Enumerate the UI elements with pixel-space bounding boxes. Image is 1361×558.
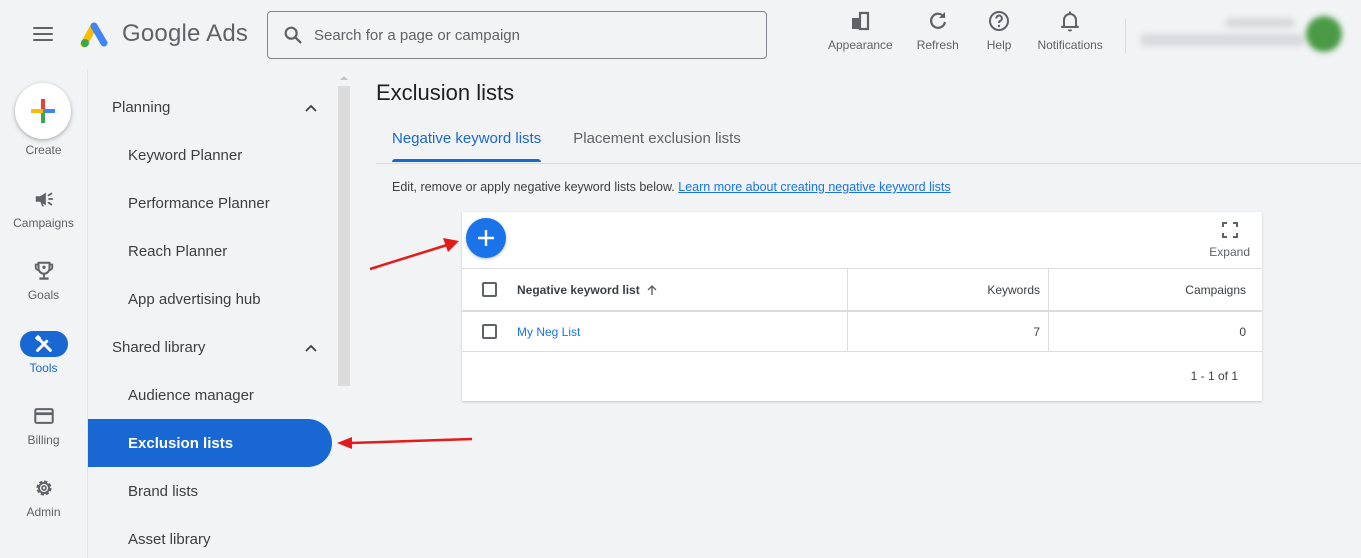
plus-icon (478, 230, 494, 246)
expand-button[interactable]: Expand (1209, 222, 1250, 259)
expand-label: Expand (1209, 245, 1250, 259)
rail-item-campaigns[interactable]: Campaigns (0, 186, 87, 230)
rail-item-tools[interactable]: Tools (0, 331, 87, 375)
rail-item-admin[interactable]: Admin (0, 475, 87, 519)
cell-keywords: 7 (848, 312, 1049, 351)
pagination-text: 1 - 1 of 1 (1190, 368, 1238, 383)
left-rail: Create Campaigns Goals Tools Billing Adm… (0, 70, 87, 558)
search-icon (284, 26, 302, 44)
page-title: Exclusion lists (376, 80, 515, 105)
cell-name: My Neg List (462, 312, 848, 351)
nav-scrollbar[interactable] (338, 86, 350, 386)
rail-label-billing: Billing (27, 433, 60, 447)
create-button[interactable] (15, 83, 71, 139)
annotation-arrow-exclusion-lists (337, 437, 473, 449)
tools-icon (34, 334, 52, 352)
refresh-icon (929, 12, 946, 29)
search-box[interactable] (267, 11, 767, 59)
rail-label-tools: Tools (29, 361, 58, 375)
negative-keyword-lists-table-card: Expand Negative keyword list Keywords Ca… (462, 212, 1262, 401)
rail-label-admin: Admin (26, 505, 61, 519)
column-header-campaigns[interactable]: Campaigns (1049, 269, 1262, 310)
column-header-keywords[interactable]: Keywords (848, 269, 1049, 310)
nav-item-app-advertising-hub[interactable]: App advertising hub (88, 275, 332, 323)
nav-item-performance-planner[interactable]: Performance Planner (88, 179, 332, 227)
select-all-checkbox[interactable] (482, 282, 497, 297)
pagination: 1 - 1 of 1 (462, 351, 1262, 399)
nav-section-shared-library-label: Shared library (112, 339, 206, 356)
rail-item-goals[interactable]: Goals (0, 258, 87, 302)
appearance-button[interactable]: Appearance (822, 9, 899, 52)
search-input[interactable] (314, 26, 734, 44)
nav-item-keyword-planner[interactable]: Keyword Planner (88, 131, 332, 179)
chevron-up-icon (305, 104, 317, 112)
nav-item-reach-planner[interactable]: Reach Planner (88, 227, 332, 275)
tab-negative-keyword-lists[interactable]: Negative keyword lists (376, 118, 557, 162)
appearance-icon (852, 11, 870, 31)
nav-section-shared-library[interactable]: Shared library (112, 339, 318, 356)
nav-item-brand-lists[interactable]: Brand lists (88, 467, 332, 515)
help-button[interactable]: Help (981, 9, 1018, 52)
nav-item-asset-library[interactable]: Asset library (88, 515, 332, 558)
credit-card-icon (33, 408, 54, 424)
scroll-up-arrow-icon[interactable] (340, 76, 348, 80)
nav-item-audience-manager[interactable]: Audience manager (88, 371, 332, 419)
account-info-blurred[interactable] (1135, 16, 1305, 52)
bell-icon (1061, 11, 1080, 32)
avatar[interactable] (1306, 16, 1342, 52)
appearance-label: Appearance (828, 38, 893, 52)
refresh-button[interactable]: Refresh (911, 9, 965, 52)
rail-item-billing[interactable]: Billing (0, 403, 87, 447)
cell-campaigns: 0 (1239, 324, 1246, 339)
row-checkbox[interactable] (482, 324, 497, 339)
help-icon (989, 11, 1010, 31)
table-header-row: Negative keyword list Keywords Campaigns (462, 268, 1262, 310)
rail-label-goals: Goals (27, 288, 60, 302)
create-label: Create (25, 143, 62, 157)
google-ads-logo-icon (80, 22, 108, 48)
tab-placement-exclusion-lists[interactable]: Placement exclusion lists (557, 118, 757, 162)
column-header-name[interactable]: Negative keyword list (462, 269, 848, 310)
hamburger-menu-icon[interactable] (33, 27, 53, 43)
column-header-name-label: Negative keyword list (517, 282, 640, 297)
nav-section-planning-label: Planning (112, 99, 171, 116)
nav-item-exclusion-lists[interactable]: Exclusion lists (88, 419, 332, 467)
nav-section-planning[interactable]: Planning (112, 99, 318, 116)
learn-more-link[interactable]: Learn more about creating negative keywo… (678, 180, 950, 194)
notifications-label: Notifications (1037, 38, 1103, 52)
negative-keyword-lists-table: Negative keyword list Keywords Campaigns… (462, 268, 1262, 399)
description: Edit, remove or apply negative keyword l… (392, 180, 951, 194)
chevron-up-icon (305, 344, 317, 352)
refresh-label: Refresh (916, 38, 959, 52)
megaphone-icon (35, 192, 53, 207)
sort-ascending-icon[interactable] (646, 284, 658, 296)
gear-icon (35, 480, 52, 496)
expand-icon (1221, 222, 1238, 238)
description-text: Edit, remove or apply negative keyword l… (392, 180, 675, 194)
plus-multicolor-icon (31, 99, 55, 123)
help-label: Help (986, 38, 1012, 52)
add-list-button[interactable] (466, 218, 506, 258)
annotation-arrow-add-button (369, 238, 459, 271)
google-ads-logo[interactable]: Google Ads (80, 20, 248, 48)
logo-text: Google Ads (122, 20, 249, 47)
table-row: My Neg List 7 0 (462, 310, 1262, 351)
tools-nav-panel: Planning Keyword Planner Performance Pla… (88, 70, 338, 558)
tabs-divider (376, 163, 1361, 164)
notifications-button[interactable]: Notifications (1031, 9, 1108, 52)
tabs: Negative keyword lists Placement exclusi… (376, 118, 757, 164)
top-bar: Google Ads Appearance Refresh (0, 0, 1361, 70)
trophy-icon (34, 261, 53, 280)
top-actions: Appearance Refresh Help Notifications (822, 9, 1109, 52)
rail-label-campaigns: Campaigns (13, 216, 74, 230)
top-bar-divider (1125, 19, 1126, 53)
list-name-link[interactable]: My Neg List (517, 325, 580, 339)
